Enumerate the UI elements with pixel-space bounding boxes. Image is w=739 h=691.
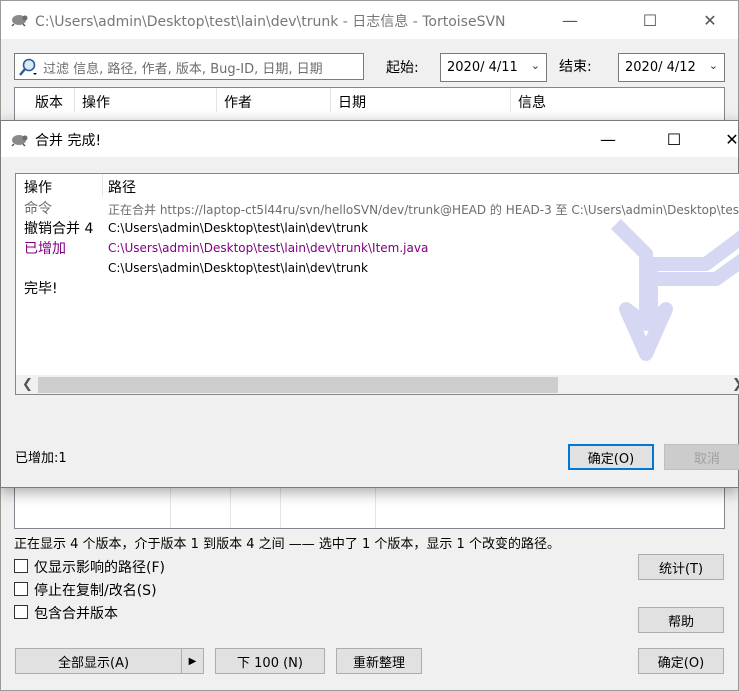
show-all-label: 全部显示(A)	[58, 655, 130, 671]
checkbox-label: 仅显示影响的路径(F)	[34, 560, 165, 576]
merge-ok-button[interactable]: 确定(O)	[568, 444, 654, 470]
merge-complete-dialog: 合并 完成! — ☐ ✕ 操作 路径 命令 正在合并 https://lapto…	[0, 120, 739, 488]
column-divider	[230, 488, 231, 528]
include-merged-checkbox[interactable]: 包含合并版本	[14, 603, 234, 622]
log-status-text: 正在显示 4 个版本，介于版本 1 到版本 4 之间 —— 选中了 1 个版本，…	[14, 537, 560, 552]
stop-on-copy-checkbox[interactable]: 停止在复制/改名(S)	[14, 580, 234, 599]
filter-placeholder: 过滤 信息, 路径, 作者, 版本, Bug-ID, 日期, 日期	[43, 62, 323, 77]
close-button[interactable]: ✕	[687, 1, 733, 39]
row-path: C:\Users\admin\Desktop\test\lain\dev\tru…	[108, 261, 368, 275]
column-header-action[interactable]: 操作	[24, 177, 114, 197]
start-date-label: 起始:	[386, 60, 419, 76]
minimize-icon: —	[562, 10, 578, 30]
column-divider	[170, 488, 171, 528]
minimize-icon: —	[600, 129, 616, 149]
next-100-button[interactable]: 下 100 (N)	[215, 648, 325, 674]
column-header-revision[interactable]: 版本	[15, 88, 75, 112]
refresh-button[interactable]: 重新整理	[336, 648, 422, 674]
end-date-label: 结束:	[559, 59, 592, 75]
checkbox-label: 包含合并版本	[34, 606, 118, 622]
log-window-titlebar: C:\Users\admin\Desktop\test\lain\dev\tru…	[1, 1, 738, 39]
row-action: 撤销合并 4	[24, 221, 94, 237]
row-action: 命令	[24, 201, 52, 217]
column-header-date[interactable]: 日期	[331, 88, 511, 112]
row-path: C:\Users\admin\Desktop\test\lain\dev\tru…	[108, 241, 429, 255]
log-window-title: C:\Users\admin\Desktop\test\lain\dev\tru…	[35, 14, 506, 30]
row-action: 已增加	[24, 241, 66, 257]
statistics-button[interactable]: 统计(T)	[638, 554, 724, 580]
column-divider	[280, 488, 281, 528]
show-affected-paths-checkbox[interactable]: 仅显示影响的路径(F)	[14, 557, 234, 576]
merge-cancel-button[interactable]: 取消	[664, 444, 739, 470]
checkbox-box[interactable]	[14, 559, 28, 573]
close-icon: ✕	[725, 129, 739, 149]
dropdown-arrow-icon[interactable]: ▶	[181, 649, 203, 673]
merge-dialog-titlebar: 合并 完成! — ☐ ✕	[1, 121, 739, 157]
end-date-picker[interactable]: 2020/ 4/12 ⌄	[618, 53, 725, 82]
search-icon	[19, 58, 37, 76]
checkbox-box[interactable]	[14, 582, 28, 596]
log-ok-button[interactable]: 确定(O)	[638, 648, 724, 674]
row-path: 正在合并 https://laptop-ct5l44ru/svn/helloSV…	[108, 203, 739, 217]
maximize-icon: ☐	[642, 10, 658, 30]
merge-watermark-icon	[611, 219, 739, 361]
column-header-author[interactable]: 作者	[217, 88, 331, 112]
column-header-message[interactable]: 信息	[511, 88, 724, 112]
added-count: 已增加:1	[15, 451, 67, 466]
show-all-button[interactable]: 全部显示(A) ▶	[15, 648, 204, 674]
tortoise-icon	[11, 135, 28, 147]
chevron-down-icon: ⌄	[530, 59, 540, 72]
column-header-path[interactable]: 路径	[108, 177, 136, 197]
row-path: C:\Users\admin\Desktop\test\lain\dev\tru…	[108, 221, 368, 235]
help-button[interactable]: 帮助	[638, 607, 724, 633]
merge-dialog-title: 合并 完成!	[35, 133, 102, 149]
checkbox-label: 停止在复制/改名(S)	[34, 583, 157, 599]
filter-input[interactable]: 过滤 信息, 路径, 作者, 版本, Bug-ID, 日期, 日期	[14, 53, 364, 80]
start-date-picker[interactable]: 2020/ 4/11 ⌄	[440, 53, 547, 82]
end-date-value: 2020/ 4/12	[625, 60, 696, 75]
maximize-icon: ☐	[666, 129, 682, 149]
scroll-left-icon[interactable]: ❮	[22, 377, 33, 392]
close-button[interactable]: ✕	[709, 121, 739, 157]
scroll-right-icon[interactable]: ❯	[732, 377, 739, 392]
column-header-action[interactable]: 操作	[75, 88, 217, 112]
maximize-button[interactable]: ☐	[627, 1, 673, 39]
tortoise-icon	[11, 15, 28, 27]
maximize-button[interactable]: ☐	[651, 121, 697, 157]
start-date-value: 2020/ 4/11	[447, 60, 518, 75]
merge-result-list[interactable]: 操作 路径 命令 正在合并 https://laptop-ct5l44ru/sv…	[15, 173, 739, 395]
checkbox-box[interactable]	[14, 605, 28, 619]
scroll-thumb[interactable]	[38, 377, 558, 393]
row-action: 完毕!	[24, 281, 58, 297]
horizontal-scrollbar[interactable]: ❮ ❯	[16, 375, 739, 394]
chevron-down-icon: ⌄	[708, 59, 718, 72]
minimize-button[interactable]: —	[585, 121, 631, 157]
column-divider	[375, 488, 376, 528]
minimize-button[interactable]: —	[547, 1, 593, 39]
close-icon: ✕	[703, 10, 717, 30]
